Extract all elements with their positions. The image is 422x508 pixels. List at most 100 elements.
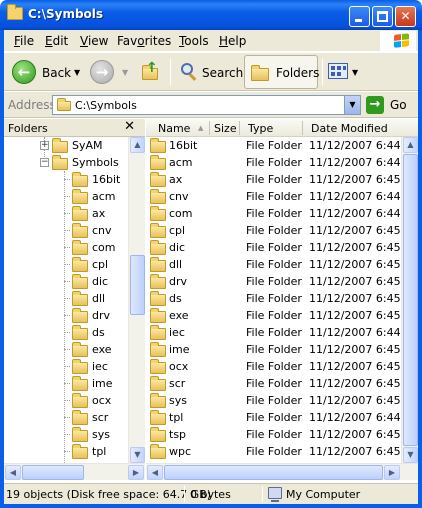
column-date-modified[interactable]: Date Modified bbox=[311, 122, 388, 135]
menu-item[interactable]: File bbox=[14, 34, 34, 48]
tree-item[interactable]: dll bbox=[72, 290, 128, 307]
table-row[interactable]: dll File Folder 11/12/2007 6:45 PM bbox=[146, 256, 401, 273]
tree-item[interactable]: drv bbox=[72, 307, 128, 324]
tree-item[interactable]: ax bbox=[72, 205, 128, 222]
folders-hscrollbar[interactable]: ◀ ▶ bbox=[4, 463, 145, 480]
windows-flag-icon bbox=[394, 33, 410, 49]
tree-item[interactable]: acm bbox=[72, 188, 128, 205]
folder-icon bbox=[150, 427, 166, 442]
table-row[interactable]: sys File Folder 11/12/2007 6:45 PM bbox=[146, 392, 401, 409]
table-row[interactable]: ax File Folder 11/12/2007 6:45 PM bbox=[146, 171, 401, 188]
collapse-icon[interactable]: − bbox=[40, 158, 49, 167]
tree-item[interactable]: exe bbox=[72, 341, 128, 358]
tree-item[interactable]: com bbox=[72, 239, 128, 256]
table-row[interactable]: wpc File Folder 11/12/2007 6:45 PM bbox=[146, 443, 401, 460]
scroll-up-icon[interactable]: ▲ bbox=[403, 137, 418, 153]
tree-item[interactable]: iec bbox=[72, 358, 128, 375]
scroll-up-icon[interactable]: ▲ bbox=[130, 137, 145, 153]
table-row[interactable]: tpl File Folder 11/12/2007 6:44 PM bbox=[146, 409, 401, 426]
tree-item-label: dic bbox=[92, 275, 109, 288]
folders-button[interactable]: Folders bbox=[244, 55, 319, 89]
views-button[interactable]: ▼ bbox=[326, 56, 362, 88]
menu-item[interactable]: Tools bbox=[179, 34, 209, 48]
address-dropdown-icon[interactable]: ▼ bbox=[344, 96, 360, 114]
cell-date: 11/12/2007 6:45 PM bbox=[309, 258, 401, 271]
scroll-left-icon[interactable]: ◀ bbox=[5, 465, 21, 480]
table-row[interactable]: exe File Folder 11/12/2007 6:45 PM bbox=[146, 307, 401, 324]
table-row[interactable]: iec File Folder 11/12/2007 6:44 PM bbox=[146, 324, 401, 341]
files-hscrollbar[interactable]: ◀ ▶ bbox=[146, 463, 418, 480]
views-dropdown-icon[interactable]: ▼ bbox=[352, 68, 358, 77]
folders-hscroll-thumb[interactable] bbox=[22, 465, 84, 480]
column-size[interactable]: Size bbox=[214, 122, 237, 135]
back-button[interactable]: ← Back ▼ bbox=[10, 56, 82, 88]
scroll-left-icon[interactable]: ◀ bbox=[147, 465, 163, 480]
menu-item[interactable]: Edit bbox=[45, 34, 68, 48]
go-button[interactable]: → Go bbox=[366, 95, 414, 115]
folders-scrollbar[interactable]: ▲ ▼ bbox=[128, 137, 145, 463]
folder-icon bbox=[150, 308, 166, 323]
table-row[interactable]: dic File Folder 11/12/2007 6:45 PM bbox=[146, 239, 401, 256]
column-name[interactable]: Name bbox=[158, 122, 190, 135]
menu-item[interactable]: View bbox=[80, 34, 108, 48]
menu-item[interactable]: Help bbox=[219, 34, 246, 48]
files-scrollbar[interactable]: ▲ ▼ bbox=[401, 137, 418, 463]
files-hscroll-thumb[interactable] bbox=[164, 465, 383, 480]
table-row[interactable]: ime File Folder 11/12/2007 6:45 PM bbox=[146, 341, 401, 358]
search-button[interactable]: Search bbox=[174, 56, 243, 88]
tree-connector bbox=[64, 298, 70, 299]
address-input[interactable]: C:\Symbols ▼ bbox=[52, 95, 361, 115]
folders-scroll-thumb[interactable] bbox=[130, 255, 145, 315]
files-scroll-thumb[interactable] bbox=[403, 154, 418, 446]
table-row[interactable]: ocx File Folder 11/12/2007 6:45 PM bbox=[146, 358, 401, 375]
tree-item[interactable]: dic bbox=[72, 273, 128, 290]
scroll-down-icon[interactable]: ▼ bbox=[130, 447, 145, 463]
cell-date: 11/12/2007 6:45 PM bbox=[309, 343, 401, 356]
table-row[interactable]: cnv File Folder 11/12/2007 6:44 PM bbox=[146, 188, 401, 205]
tree-item[interactable]: ds bbox=[72, 324, 128, 341]
tree-item[interactable]: sys bbox=[72, 426, 128, 443]
scroll-down-icon[interactable]: ▼ bbox=[403, 447, 418, 463]
windows-logo bbox=[380, 31, 416, 51]
column-type[interactable]: Type bbox=[248, 122, 273, 135]
menu-item[interactable]: Favorites bbox=[117, 34, 171, 48]
cell-name: cpl bbox=[169, 224, 186, 237]
tree-item[interactable]: cpl bbox=[72, 256, 128, 273]
forward-arrow-icon: → bbox=[90, 60, 114, 84]
minimize-button[interactable] bbox=[349, 6, 370, 27]
tree-item[interactable]: ocx bbox=[72, 392, 128, 409]
tree-connector bbox=[64, 383, 70, 384]
tree-item[interactable]: ime bbox=[72, 375, 128, 392]
close-icon[interactable]: ✕ bbox=[124, 119, 135, 134]
maximize-button[interactable] bbox=[372, 6, 393, 27]
window-title: C:\Symbols bbox=[28, 7, 104, 21]
table-row[interactable]: acm File Folder 11/12/2007 6:44 PM bbox=[146, 154, 401, 171]
table-row[interactable]: scr File Folder 11/12/2007 6:45 PM bbox=[146, 375, 401, 392]
up-folder-button[interactable]: ↑ bbox=[138, 56, 166, 88]
tree-item-label: ds bbox=[92, 326, 105, 339]
tree-item[interactable]: scr bbox=[72, 409, 128, 426]
tree-item[interactable]: 16bit bbox=[72, 171, 128, 188]
tree-item[interactable]: SyAM bbox=[52, 137, 128, 154]
scroll-right-icon[interactable]: ▶ bbox=[128, 465, 144, 480]
forward-button[interactable]: → ▼ bbox=[88, 56, 132, 88]
table-row[interactable]: 16bit File Folder 11/12/2007 6:44 PM bbox=[146, 137, 401, 154]
close-icon: ✕ bbox=[400, 9, 411, 23]
table-row[interactable]: tsp File Folder 11/12/2007 6:45 PM bbox=[146, 426, 401, 443]
table-row[interactable]: com File Folder 11/12/2007 6:44 PM bbox=[146, 205, 401, 222]
expand-icon[interactable]: + bbox=[40, 141, 49, 150]
back-dropdown-icon[interactable]: ▼ bbox=[74, 68, 80, 77]
table-row[interactable]: drv File Folder 11/12/2007 6:45 PM bbox=[146, 273, 401, 290]
forward-dropdown-icon[interactable]: ▼ bbox=[122, 68, 128, 77]
table-row[interactable]: cpl File Folder 11/12/2007 6:45 PM bbox=[146, 222, 401, 239]
tree-item[interactable]: Symbols bbox=[52, 154, 128, 171]
folder-icon bbox=[72, 308, 88, 323]
tree-item[interactable]: tpl bbox=[72, 443, 128, 460]
back-label: Back bbox=[42, 66, 72, 80]
close-button[interactable]: ✕ bbox=[395, 6, 416, 27]
views-icon bbox=[328, 63, 348, 79]
tree-item[interactable]: cnv bbox=[72, 222, 128, 239]
table-row[interactable]: ds File Folder 11/12/2007 6:45 PM bbox=[146, 290, 401, 307]
title-bar[interactable]: C:\Symbols ✕ bbox=[0, 0, 422, 30]
scroll-right-icon[interactable]: ▶ bbox=[384, 465, 400, 480]
